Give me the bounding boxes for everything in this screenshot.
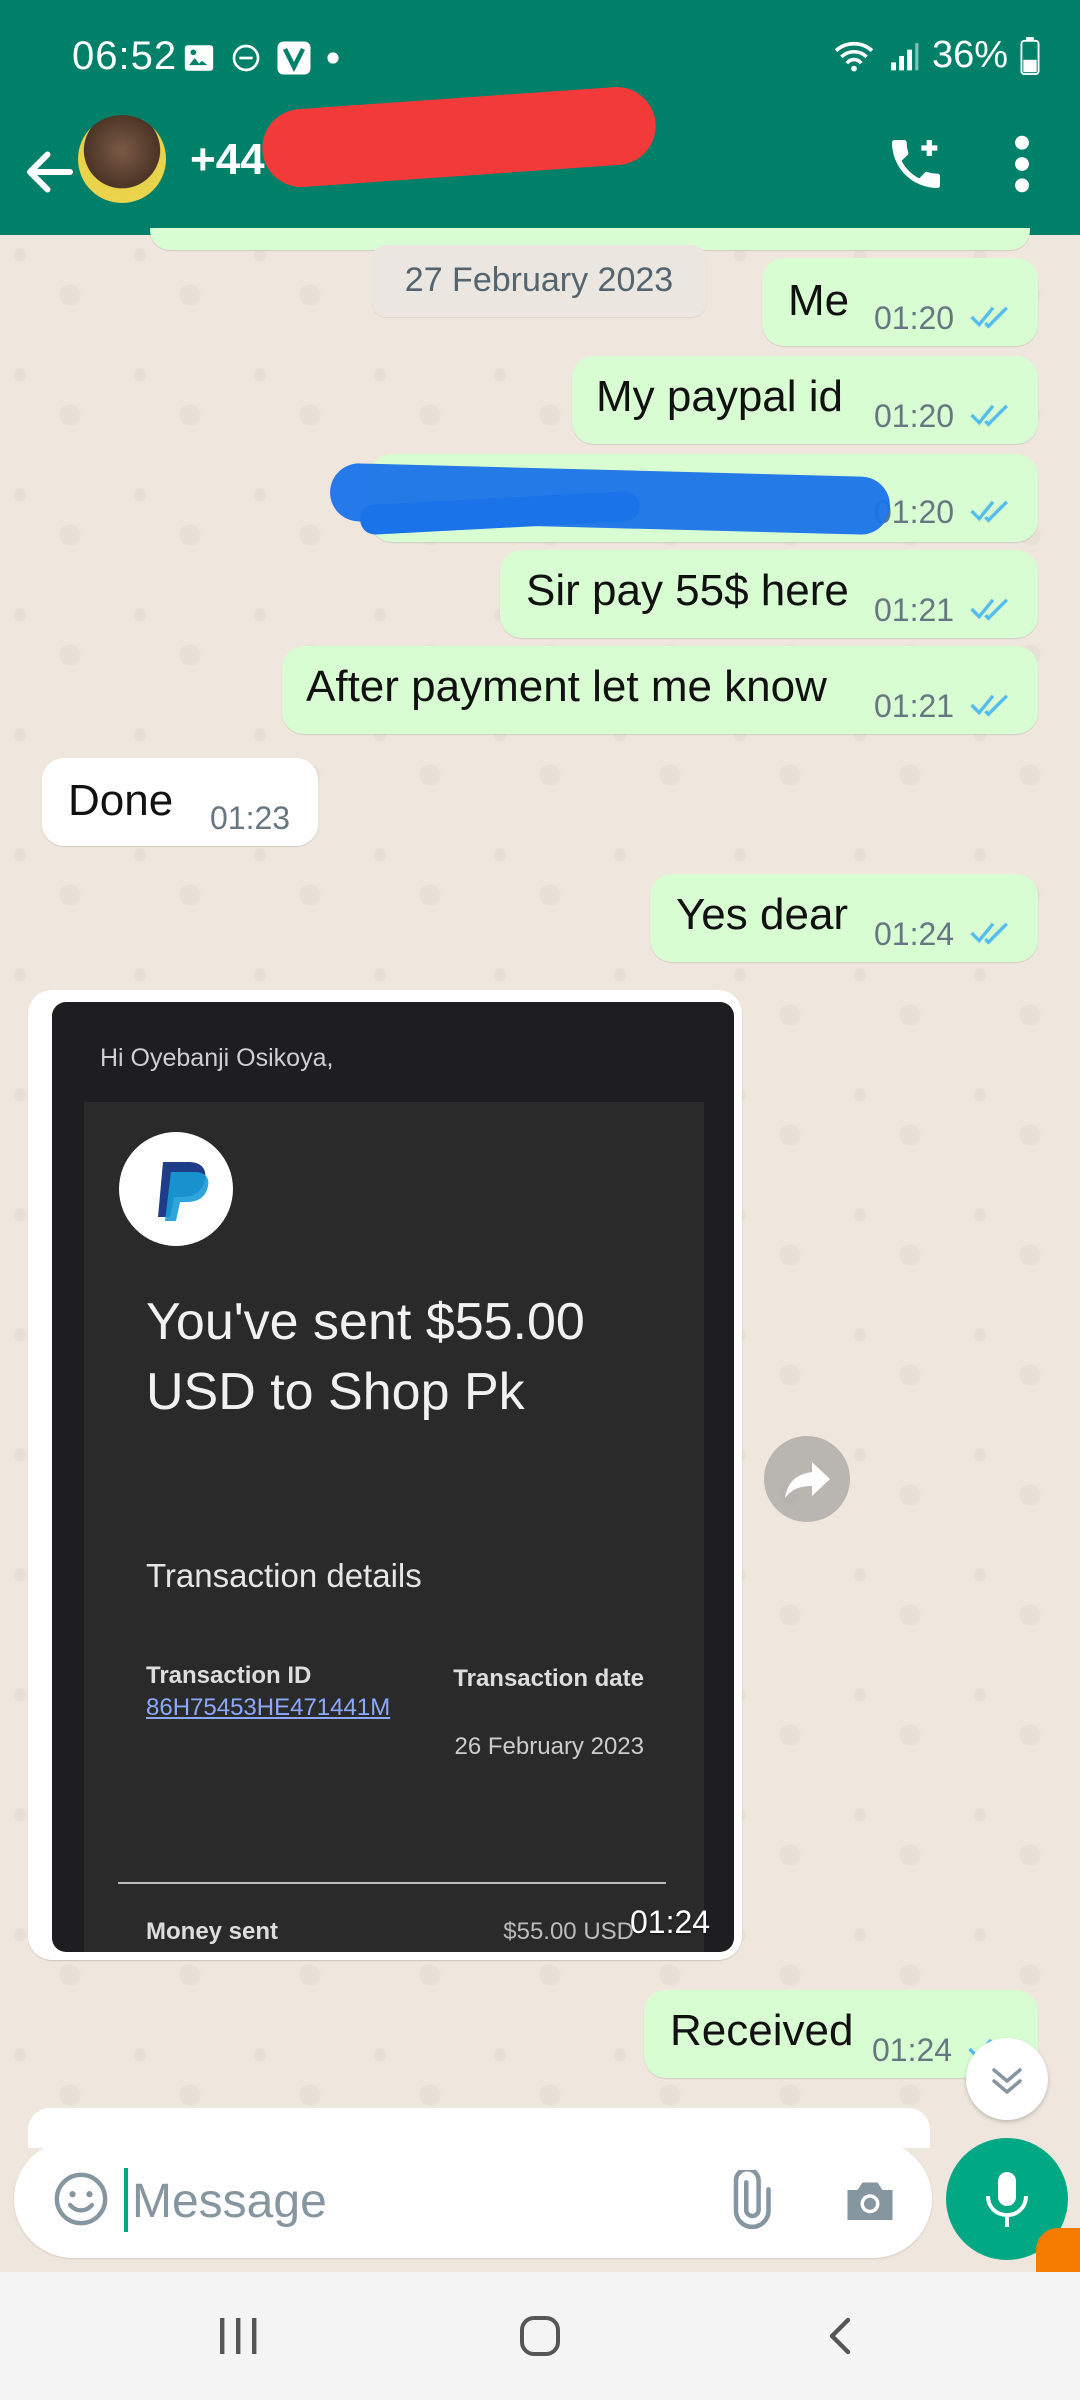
scroll-to-bottom-button[interactable] <box>966 2038 1048 2120</box>
message-time: 01:20 <box>874 300 955 336</box>
add-call-icon[interactable] <box>884 132 948 196</box>
signal-icon <box>891 42 919 70</box>
back-nav-icon[interactable] <box>818 2312 866 2360</box>
read-ticks-icon <box>970 598 1008 621</box>
forward-button[interactable] <box>764 1436 850 1522</box>
system-navigation-bar <box>0 2272 1080 2400</box>
back-arrow-icon[interactable] <box>20 142 80 202</box>
read-ticks-icon <box>970 922 1008 945</box>
floating-app-badge[interactable] <box>1036 2228 1080 2272</box>
do-not-disturb-icon <box>232 44 260 72</box>
contact-name[interactable]: +44 <box>190 135 265 185</box>
read-ticks-icon <box>970 306 1008 329</box>
battery-percentage: 36% <box>931 34 1008 76</box>
status-notification-icons <box>182 40 340 76</box>
date-chip-label: 27 February 2023 <box>404 261 674 299</box>
message-bubble[interactable]: Sir pay 55$ here 01:21 <box>500 550 1038 638</box>
text-caret <box>124 2168 128 2232</box>
home-icon[interactable] <box>516 2312 564 2360</box>
recent-apps-icon[interactable] <box>214 2314 262 2358</box>
forward-icon <box>785 1462 830 1498</box>
status-time: 06:52 <box>72 34 178 78</box>
more-options-icon[interactable] <box>1010 132 1034 196</box>
dot-icon <box>327 52 339 64</box>
message-time: 01:23 <box>210 800 291 836</box>
message-input[interactable]: Message <box>132 2174 327 2229</box>
transaction-date: 26 February 2023 <box>454 1733 644 1760</box>
message-bubble[interactable]: Yes dear 01:24 <box>650 874 1038 962</box>
transaction-id-label: Transaction ID <box>146 1662 312 1689</box>
receipt-greeting: Hi Oyebanji Osikoya, <box>100 1044 334 1072</box>
paypal-receipt-image[interactable]: Hi Oyebanji Osikoya, You've sent $55.00 … <box>52 1002 734 1952</box>
message-bubble[interactable]: Me 01:20 <box>762 258 1038 346</box>
message-text: Received <box>670 2006 854 2055</box>
message-bubble[interactable]: My paypal id 01:20 <box>572 356 1038 444</box>
money-sent-value: $55.00 USD <box>503 1918 634 1945</box>
message-time: 01:20 <box>874 398 955 434</box>
vpn-v-icon <box>277 41 311 75</box>
receipt-headline: You've sent $55.00 USD to Shop Pk <box>146 1293 585 1421</box>
attach-icon[interactable] <box>718 2170 778 2230</box>
message-text: After payment let me know <box>306 662 827 711</box>
message-bubble[interactable]: Done 01:23 <box>42 758 318 846</box>
message-text: Me <box>788 276 850 325</box>
message-bubble[interactable]: After payment let me know 01:21 <box>282 646 1038 734</box>
message-time: 01:24 <box>872 2032 953 2068</box>
receipt-divider <box>118 1882 666 1884</box>
read-ticks-icon <box>970 500 1008 523</box>
message-text: Done <box>68 776 174 825</box>
camera-icon[interactable] <box>840 2170 900 2230</box>
paypal-logo-icon <box>119 1132 233 1246</box>
message-text: Sir pay 55$ here <box>526 566 849 615</box>
status-right-group: 36% <box>832 34 1040 77</box>
message-time: 01:24 <box>874 916 955 952</box>
message-time: 01:21 <box>874 688 955 724</box>
gallery-icon <box>184 45 214 71</box>
double-chevron-down-icon <box>992 2068 1022 2094</box>
read-ticks-icon <box>970 694 1008 717</box>
money-sent-label: Money sent <box>146 1918 279 1945</box>
battery-icon <box>1020 36 1040 75</box>
receipt-details-heading: Transaction details <box>146 1557 422 1594</box>
contact-avatar[interactable] <box>78 115 166 203</box>
transaction-id-link: 86H75453HE471441M <box>146 1694 391 1721</box>
emoji-icon[interactable] <box>52 2170 110 2228</box>
transaction-date-label: Transaction date <box>453 1665 644 1692</box>
wifi-icon <box>834 41 874 71</box>
message-text: Yes dear <box>676 890 849 939</box>
message-composer: Message <box>14 2140 932 2258</box>
message-text: My paypal id <box>596 372 844 421</box>
date-chip: 27 February 2023 <box>372 245 706 317</box>
image-message-time: 01:24 <box>630 1904 711 1940</box>
read-ticks-icon <box>970 404 1008 427</box>
message-time: 01:21 <box>874 592 955 628</box>
